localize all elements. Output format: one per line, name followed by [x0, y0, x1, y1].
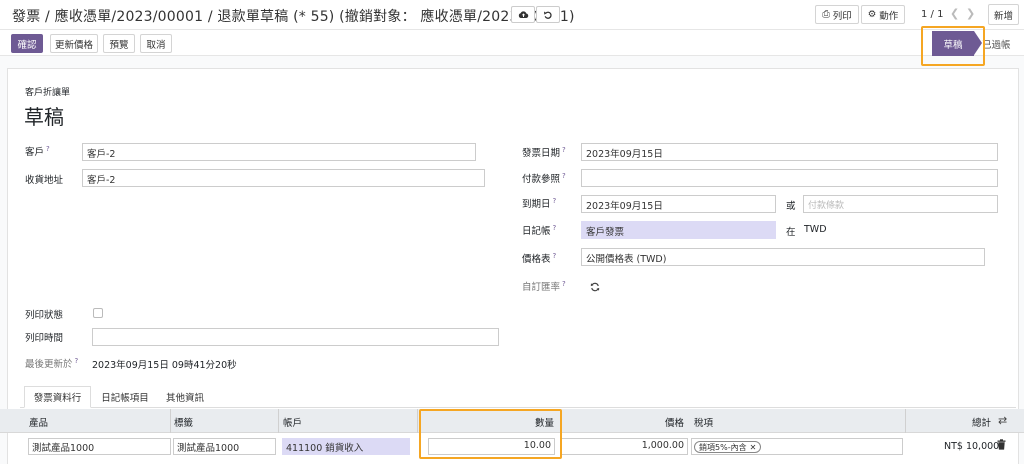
column-separator: [278, 409, 279, 433]
record-title: 草稿: [24, 105, 64, 129]
or-label: 或: [786, 201, 796, 212]
column-settings-icon[interactable]: ⇄: [998, 414, 1007, 427]
column-total[interactable]: 總計: [972, 415, 991, 429]
payment-terms-field[interactable]: 付款條款: [803, 195, 998, 213]
action-bar: 確認 更新價格 預覽 取消: [0, 30, 1024, 56]
last-updated-label: 最後更新於?: [25, 356, 79, 370]
tab-other-info[interactable]: 其他資訊: [160, 386, 210, 408]
print-button[interactable]: ⎙ 列印: [815, 5, 859, 24]
delivery-address-label: 收貨地址: [25, 175, 64, 186]
discard-button[interactable]: [536, 6, 560, 23]
preview-button[interactable]: 預覽: [103, 34, 135, 53]
line-account-field[interactable]: 411100 銷貨收入: [282, 438, 410, 455]
new-button[interactable]: 新增: [988, 4, 1019, 25]
column-price[interactable]: 價格: [665, 415, 684, 429]
payment-reference-label: 付款參照?: [522, 171, 566, 185]
column-label[interactable]: 標籤: [174, 415, 193, 429]
form-sheet: [7, 68, 1019, 464]
journal-label: 日記帳?: [522, 223, 557, 237]
print-time-label: 列印時間: [25, 333, 64, 344]
due-date-field[interactable]: 2023年09月15日: [581, 195, 776, 213]
customer-field[interactable]: 客戶-2: [82, 143, 476, 161]
cloud-upload-icon: [518, 11, 528, 18]
journal-field[interactable]: 客戶發票: [581, 221, 776, 239]
chevron-left-icon[interactable]: ❮: [950, 7, 959, 20]
action-button[interactable]: ⚙ 動作: [861, 5, 905, 24]
trash-icon: [997, 439, 1006, 450]
currency-value[interactable]: TWD: [804, 224, 827, 235]
undo-icon: [544, 11, 552, 19]
column-separator: [905, 409, 906, 433]
update-prices-button[interactable]: 更新價格: [50, 34, 98, 53]
gear-icon: ⚙: [867, 9, 877, 20]
line-total-value: NT$ 10,000: [944, 441, 1000, 452]
pricelist-field[interactable]: 公開價格表 (TWD): [581, 248, 985, 266]
breadcrumb[interactable]: 發票 / 應收憑單/2023/00001 / 退款單草稿 (* 55) (撤銷對…: [12, 6, 575, 26]
invoice-date-label: 發票日期?: [522, 145, 566, 159]
column-separator: [417, 409, 418, 433]
last-updated-value: 2023年09月15日 09時41分20秒: [92, 360, 237, 371]
confirm-button[interactable]: 確認: [11, 34, 43, 53]
document-type-label: 客戶折讓單: [25, 88, 71, 98]
cancel-button[interactable]: 取消: [140, 34, 172, 53]
column-tax[interactable]: 稅項: [694, 415, 713, 429]
print-status-label: 列印狀態: [25, 310, 64, 321]
refresh-icon: [590, 282, 600, 292]
tab-journal-items[interactable]: 日記帳項目: [95, 386, 155, 408]
invoice-date-field[interactable]: 2023年09月15日: [581, 143, 998, 161]
save-button[interactable]: [511, 6, 535, 23]
print-status-checkbox[interactable]: [93, 308, 103, 318]
custom-rate-label: 自訂匯率?: [522, 279, 566, 293]
delete-line-button[interactable]: [997, 439, 1006, 453]
customer-label: 客戶?: [25, 144, 50, 158]
column-separator: [170, 409, 171, 433]
in-label: 在: [786, 227, 796, 238]
pricelist-label: 價格表?: [522, 251, 557, 265]
payment-reference-field[interactable]: [581, 169, 998, 187]
status-posted[interactable]: 已過帳: [982, 37, 1011, 51]
print-time-field[interactable]: [92, 328, 499, 346]
pager-value[interactable]: 1 / 1: [921, 9, 943, 20]
top-bar: 發票 / 應收憑單/2023/00001 / 退款單草稿 (* 55) (撤銷對…: [0, 0, 1024, 30]
due-date-label: 到期日?: [522, 196, 557, 210]
delivery-address-field[interactable]: 客戶-2: [82, 169, 485, 187]
refresh-rate-button[interactable]: [590, 282, 600, 295]
tax-tag[interactable]: 銷項5%-內含 ✕: [694, 441, 762, 453]
quantity-highlight-box: [419, 409, 562, 459]
chevron-right-icon[interactable]: ❯: [966, 7, 975, 20]
line-label-field[interactable]: 測試產品1000: [173, 438, 276, 455]
tag-close-icon[interactable]: ✕: [750, 443, 757, 452]
status-highlight-box: [921, 26, 985, 66]
line-product-field[interactable]: 測試產品1000: [28, 438, 171, 455]
tab-invoice-lines[interactable]: 發票資料行: [24, 386, 91, 408]
column-account[interactable]: 帳戶: [283, 415, 302, 429]
printer-icon: ⎙: [822, 9, 830, 20]
line-price-field[interactable]: 1,000.00: [560, 438, 688, 455]
column-product[interactable]: 產品: [29, 415, 48, 429]
